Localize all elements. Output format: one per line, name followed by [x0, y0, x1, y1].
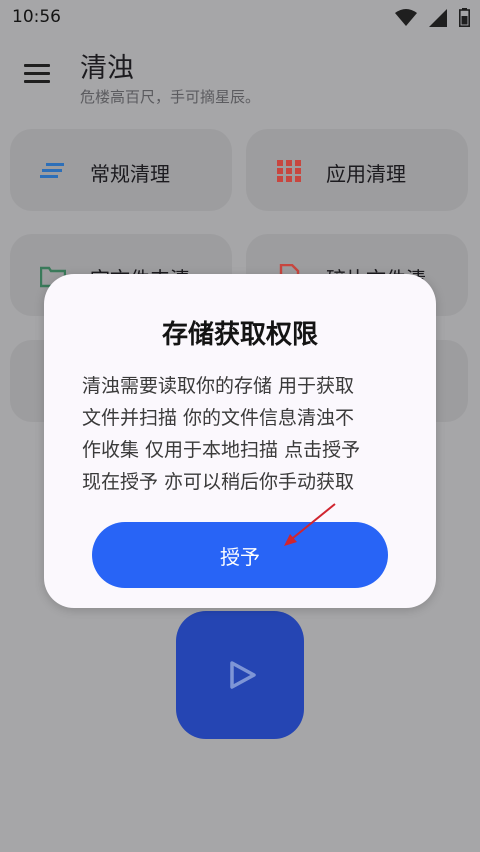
start-scan-button[interactable] [176, 611, 304, 739]
dialog-body: 清浊需要读取你的存储 用于获取 文件并扫描 你的文件信息清浊不 作收集 仅用于本… [82, 370, 402, 498]
card-label: 常规清理 [90, 162, 170, 186]
annotation-arrow-icon [284, 503, 336, 546]
dialog-body-line: 文件并扫描 你的文件信息清浊不 [82, 407, 355, 429]
lines-icon [40, 163, 64, 178]
grid-icon [277, 160, 301, 182]
wifi-icon [395, 8, 417, 26]
permission-dialog: 存储获取权限 清浊需要读取你的存储 用于获取 文件并扫描 你的文件信息清浊不 作… [44, 274, 436, 608]
hamburger-menu-icon[interactable] [24, 64, 50, 86]
dialog-body-line: 清浊需要读取你的存储 用于获取 [82, 375, 355, 397]
dialog-body-line: 作收集 仅用于本地扫描 点击授予 [82, 439, 361, 461]
card-regular-clean[interactable]: 常规清理 [10, 129, 232, 211]
battery-icon [459, 8, 470, 27]
card-label: 应用清理 [326, 162, 406, 186]
dialog-body-line: 现在授予 亦可以稍后你手动获取 [82, 471, 355, 493]
dialog-title: 存储获取权限 [161, 320, 318, 350]
status-bar: 10:56 [0, 0, 480, 34]
grant-button[interactable]: 授予 [92, 522, 388, 588]
card-app-clean[interactable]: 应用清理 [246, 129, 468, 211]
status-time: 10:56 [12, 7, 61, 27]
play-icon [230, 661, 256, 689]
status-icons [395, 8, 470, 27]
app-title: 清浊 [80, 53, 134, 84]
app-subtitle: 危楼高百尺，手可摘星辰。 [80, 88, 261, 106]
signal-icon [429, 8, 447, 27]
